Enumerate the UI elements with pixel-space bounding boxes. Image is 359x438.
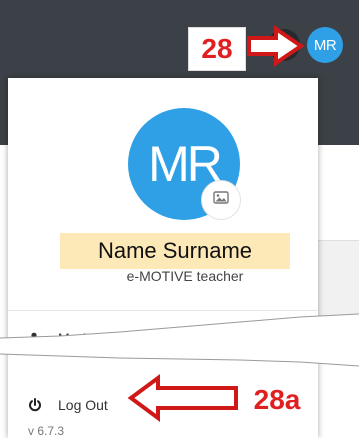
power-icon xyxy=(28,397,46,413)
torn-edge xyxy=(0,313,359,367)
header-circle[interactable] xyxy=(268,29,300,61)
avatar-initials: MR xyxy=(313,36,337,54)
menu-item-label: Log Out xyxy=(58,397,108,413)
change-photo-button[interactable] xyxy=(201,180,241,220)
app-version: v 6.7.3 xyxy=(28,424,65,438)
menu-item-log-out[interactable]: Log Out xyxy=(28,397,108,413)
image-icon xyxy=(213,191,229,209)
callout-step-28: 28 xyxy=(188,27,246,71)
callout-label: 28a xyxy=(253,384,301,415)
user-avatar-button[interactable]: MR xyxy=(307,27,343,63)
callout-label: 28 xyxy=(201,33,233,64)
callout-step-28a: 28a xyxy=(244,382,310,418)
profile-name: Name Surname xyxy=(97,238,253,263)
